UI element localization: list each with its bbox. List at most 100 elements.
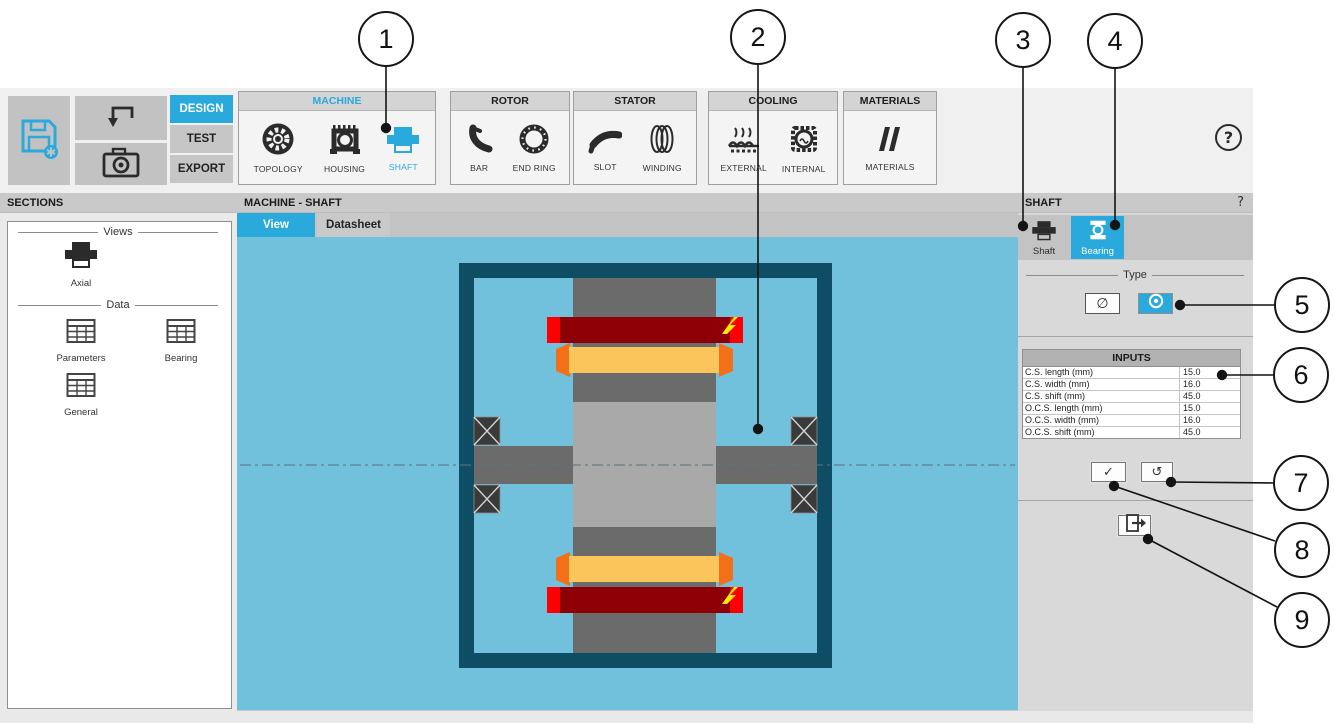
tab-view[interactable]: View [237,213,315,237]
toolbar-group-materials: MATERIALS MATERIALS [843,91,937,185]
save-icon [18,116,60,165]
callout-4: 4 [1087,13,1143,69]
toolbar-item-label: INTERNAL [782,164,826,174]
toolbar-item-slot[interactable]: SLOT [588,124,622,172]
data-group-legend: Data [18,299,218,311]
panel-tab-bearing[interactable]: Bearing [1071,216,1124,259]
housing-icon [328,122,362,161]
slot-icon [588,124,622,159]
toolbar-item-label: MATERIALS [865,162,914,172]
table-row: C.S. width (mm) 16.0 [1023,379,1240,391]
callout-1: 1 [358,11,414,67]
toolbar-item-winding[interactable]: WINDING [643,123,682,173]
bearing-type-circlip-button[interactable] [1138,293,1173,314]
sidebar-item-label: Bearing [165,353,198,364]
panel-tab-label: Shaft [1033,246,1055,257]
sidebar-item-label: Parameters [56,353,105,364]
winding-overhang-bottom [556,552,733,586]
tab-design[interactable]: DESIGN [170,95,233,123]
undo-button[interactable]: ↺ [1141,462,1173,482]
toolbar: DESIGN TEST EXPORT MACHINE TOPOLOGY HOUS… [0,88,1253,194]
rotor-bar-icon [464,123,494,160]
type-group-legend: Type [1026,269,1244,281]
tab-datasheet[interactable]: Datasheet [317,213,390,237]
materials-icon [874,124,906,159]
toolbar-item-external[interactable]: EXTERNAL [720,123,766,173]
table-row: C.S. length (mm) 15.0 [1023,367,1240,379]
toolbar-item-end-ring[interactable]: END RING [513,123,556,173]
separator [1018,500,1253,501]
input-value[interactable]: 15.0 [1180,367,1240,378]
tab-test[interactable]: TEST [170,125,233,153]
sidebar-item-parameters[interactable]: Parameters [38,318,124,364]
question-mark-icon: ? [1224,128,1233,147]
toolbar-item-materials[interactable]: MATERIALS [865,124,914,172]
table-row: O.C.S. shift (mm) 45.0 [1023,427,1240,438]
winding-icon [645,123,679,160]
return-arrow-icon [103,100,139,137]
check-icon: ✓ [1103,465,1114,480]
input-value[interactable]: 16.0 [1180,379,1240,390]
toolbar-item-shaft[interactable]: SHAFT [386,124,420,172]
callout-8: 8 [1274,522,1330,578]
toolbar-item-housing[interactable]: HOUSING [324,122,365,174]
panel-title: SHAFT [1018,193,1253,213]
screenshot-button[interactable] [75,143,167,185]
table-row: C.S. shift (mm) 45.0 [1023,391,1240,403]
separator [1018,336,1253,337]
axial-view-icon [64,239,98,274]
view-region-title: MACHINE - SHAFT [237,193,1018,213]
inputs-table: INPUTS C.S. length (mm) 15.0 C.S. width … [1022,349,1241,439]
end-ring-top [547,317,743,343]
toolbar-item-label: TOPOLOGY [254,164,303,174]
input-label: C.S. shift (mm) [1023,391,1180,402]
callout-7: 7 [1273,455,1329,511]
table-row: O.C.S. width (mm) 16.0 [1023,415,1240,427]
general-table-icon [66,372,96,403]
panel-tab-shaft[interactable]: Shaft [1020,216,1068,259]
apply-button[interactable]: ✓ [1091,462,1126,482]
callout-2: 2 [730,9,786,65]
input-value[interactable]: 15.0 [1180,403,1240,414]
sidebar-item-label: Axial [71,278,92,289]
sections-sidebar: SECTIONS Views Axial Data Parameters [0,193,237,711]
group-header-materials: MATERIALS [844,92,936,111]
input-value[interactable]: 45.0 [1180,427,1240,438]
bearing-table-icon [166,318,196,349]
input-value[interactable]: 16.0 [1180,415,1240,426]
toolbar-item-label: SHAFT [389,162,418,172]
help-button[interactable]: ? [1215,124,1242,151]
end-ring-icon [518,123,550,160]
inputs-table-title: INPUTS [1023,350,1240,367]
parameters-table-icon [66,318,96,349]
panel-tabstrip: Shaft Bearing [1018,215,1253,260]
group-header-machine: MACHINE [239,92,435,111]
views-group-legend: Views [18,226,218,238]
save-button[interactable] [8,96,70,185]
input-value[interactable]: 45.0 [1180,391,1240,402]
group-header-cooling: COOLING [709,92,837,111]
input-label: C.S. length (mm) [1023,367,1180,378]
circlip-icon [1145,293,1167,314]
bearing-type-none-button[interactable]: ∅ [1085,293,1120,314]
callout-5: 5 [1274,277,1330,333]
winding-overhang-top [556,343,733,377]
toolbar-item-bar[interactable]: BAR [464,123,494,173]
tab-export[interactable]: EXPORT [170,155,233,183]
sidebar-item-axial[interactable]: Axial [48,239,114,289]
toolbar-group-rotor: ROTOR BAR END RING [450,91,570,185]
external-cooling-icon [726,123,762,160]
panel-help-button[interactable]: ? [1237,195,1244,210]
export-document-icon [1123,513,1147,538]
main-row: SECTIONS Views Axial Data Parameters [0,193,1253,711]
topology-icon [261,122,295,161]
machine-axial-diagram [237,237,1018,710]
toolbar-group-machine: MACHINE TOPOLOGY HOUSING SHAFT [238,91,436,185]
export-data-button[interactable] [1118,515,1151,536]
sidebar-item-bearing[interactable]: Bearing [138,318,224,364]
input-label: O.C.S. shift (mm) [1023,427,1180,438]
toolbar-item-topology[interactable]: TOPOLOGY [254,122,303,174]
sidebar-item-general[interactable]: General [38,372,124,418]
return-arrow-button[interactable] [75,96,167,140]
toolbar-item-internal[interactable]: INTERNAL [782,122,826,174]
